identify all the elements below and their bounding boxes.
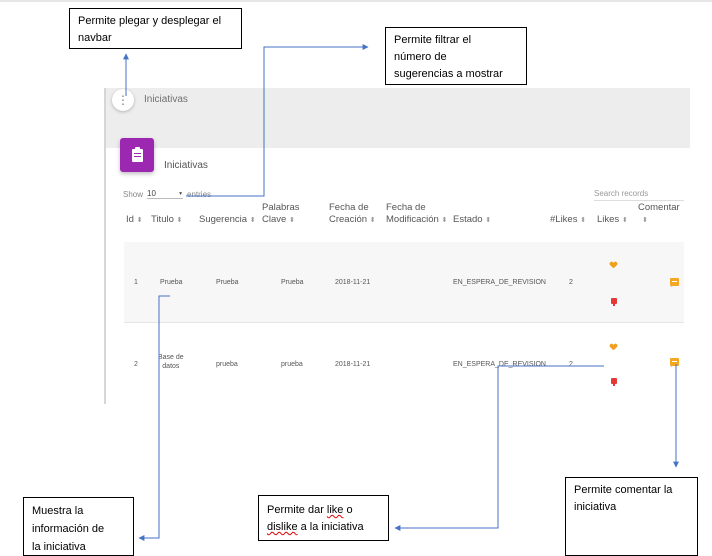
heart-icon[interactable]	[610, 262, 617, 268]
entries-label: entries	[187, 189, 212, 199]
cell-id: 2	[134, 361, 138, 368]
column-header-estado[interactable]: Estado ⬍	[453, 214, 491, 227]
cell-titulo: Base de datos	[158, 353, 184, 371]
sort-icon: ⬍	[485, 217, 492, 224]
entries-select-value: 10	[147, 189, 156, 198]
cell-id: 1	[134, 279, 138, 286]
comment-icon[interactable]	[670, 358, 679, 367]
sort-icon: ⬍	[580, 217, 586, 224]
sort-icon: ⬍	[621, 217, 628, 224]
cell-likes-count: 2	[569, 279, 573, 286]
header-label: Likes	[597, 214, 620, 225]
dislike-icon[interactable]	[611, 298, 617, 306]
header-label: Palabras	[262, 202, 300, 213]
column-header-fecha-modificacion[interactable]: Fecha de Modificación ⬍	[386, 202, 447, 227]
column-header-palabras-clave[interactable]: Palabras Clave ⬍	[262, 202, 300, 227]
navbar-title: Iniciativas	[144, 94, 188, 105]
column-header-likes-count[interactable]: #Likes ⬍	[550, 214, 586, 227]
cell-fecha-creacion: 2018-11-21	[335, 361, 371, 368]
annotation-text: Permite dar	[267, 504, 327, 516]
header-label: Fecha de	[386, 202, 426, 213]
column-header-sugerencia[interactable]: Sugerencia ⬍	[199, 214, 256, 227]
column-header-comentar[interactable]: Comentar ⬍	[638, 202, 680, 227]
card-title: Iniciativas	[164, 160, 208, 171]
annotation-text: a la iniciativa	[297, 521, 364, 533]
sort-icon: ⬍	[176, 217, 183, 224]
cell-fecha-creacion: 2018-11-21	[335, 279, 371, 286]
header-label: Comentar	[638, 202, 680, 213]
annotation-line: la iniciativa	[32, 541, 86, 553]
cell-estado: EN_ESPERA_DE_REVISION	[453, 279, 546, 286]
caret-down-icon: ▼	[178, 190, 184, 197]
app-left-edge	[104, 88, 106, 404]
sort-icon: ⬍	[136, 217, 143, 224]
header-label: Fecha de	[329, 202, 369, 213]
sort-icon: ⬍	[642, 217, 648, 224]
header-label: Id	[126, 214, 134, 225]
annotation-text-misspelled: dislike	[267, 521, 298, 533]
show-label: Show	[123, 189, 144, 199]
annotation-line: Permite filtrar el	[394, 34, 472, 46]
annotation-info: Muestra la información de la iniciativa	[23, 497, 134, 556]
cell-sugerencia: Prueba	[216, 279, 239, 286]
more-vert-icon: ⋮	[117, 93, 129, 107]
row-divider	[124, 322, 684, 323]
navbar: ⋮ Iniciativas	[104, 88, 690, 148]
app-screenshot: ⋮ Iniciativas Iniciativas Show 10 ▼ entr…	[104, 88, 690, 404]
cell-estado: EN_ESPERA_DE_REVISION	[453, 361, 546, 368]
annotation-like: Permite dar like o dislike a la iniciati…	[258, 495, 389, 541]
column-header-id[interactable]: Id ⬍	[126, 214, 142, 227]
cell-titulo-line: datos	[162, 363, 180, 370]
table-row	[124, 242, 684, 322]
entries-filter: Show 10 ▼ entries	[123, 189, 211, 199]
annotation-text: o	[343, 504, 353, 516]
header-label: Modificación	[386, 214, 439, 225]
header-label: Titulo	[151, 214, 174, 225]
annotation-text-misspelled: like	[326, 504, 344, 516]
frame-top-border	[0, 0, 712, 2]
annotation-line: sugerencias a mostrar	[394, 68, 503, 80]
heart-icon[interactable]	[610, 344, 617, 350]
header-label: Clave	[262, 214, 287, 225]
cell-titulo: Prueba	[160, 279, 183, 286]
initiatives-card: Iniciativas Show 10 ▼ entries Search rec…	[120, 138, 690, 404]
dislike-icon[interactable]	[611, 378, 617, 386]
header-label: Sugerencia	[199, 214, 248, 225]
cell-palabras-clave: prueba	[281, 361, 303, 368]
annotation-line: número de	[394, 51, 447, 63]
cell-sugerencia: prueba	[216, 361, 238, 368]
comment-icon[interactable]	[670, 278, 679, 287]
column-header-fecha-creacion[interactable]: Fecha de Creación ⬍	[329, 202, 376, 227]
annotation-comment: Permite comentar la iniciativa	[565, 477, 698, 556]
clipboard-icon	[120, 138, 154, 172]
cell-titulo-line: Base de	[158, 354, 184, 361]
annotation-line: Muestra la	[32, 505, 84, 517]
sort-icon: ⬍	[441, 217, 448, 224]
sort-icon: ⬍	[288, 217, 295, 224]
header-label: #Likes	[550, 214, 578, 225]
entries-select[interactable]: 10 ▼	[147, 189, 184, 199]
annotation-line: información de	[32, 523, 105, 535]
navbar-toggle-button[interactable]: ⋮	[112, 89, 134, 111]
column-header-titulo[interactable]: Titulo ⬍	[151, 214, 182, 227]
cell-likes-count: 2	[569, 361, 573, 368]
column-header-likes[interactable]: Likes ⬍	[597, 214, 628, 227]
search-input[interactable]: Search records	[594, 189, 684, 201]
annotation-filter: Permite filtrar el número de sugerencias…	[385, 27, 527, 85]
cell-palabras-clave: Prueba	[281, 279, 304, 286]
annotation-navbar: Permite plegar y desplegar el navbar	[69, 8, 242, 49]
sort-icon: ⬍	[369, 217, 376, 224]
sort-icon: ⬍	[249, 217, 256, 224]
header-label: Creación	[329, 214, 368, 225]
header-label: Estado	[453, 214, 483, 225]
